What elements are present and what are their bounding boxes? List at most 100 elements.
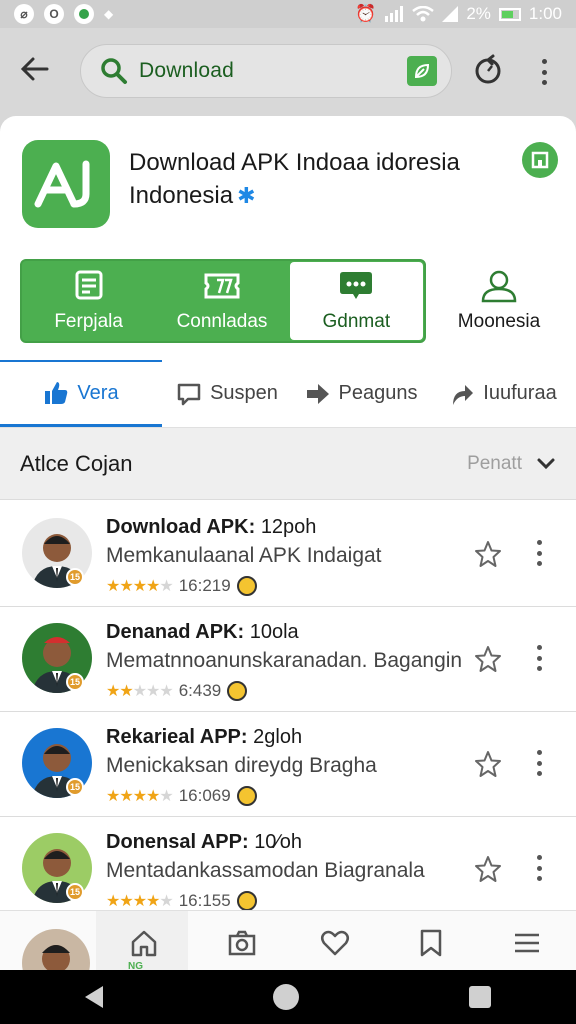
item-meta: ★★★★★ 16:219 xyxy=(106,576,257,596)
status-bar: ⌀ O ◆ ⏰ 2% 1:00 xyxy=(0,0,576,28)
item-overflow-menu-icon[interactable] xyxy=(534,645,544,671)
item-name: Donensal APP: xyxy=(106,831,249,853)
app-title-line-2: Indonesia xyxy=(129,182,234,209)
item-description: Mentadankassamodan Biagranala xyxy=(106,859,425,882)
app-title: Download APK Indoaa idoresia Indonesia ✱ xyxy=(129,146,509,212)
action-button-2[interactable]: Connladas xyxy=(155,261,288,341)
item-meta: ★★★★★ 16:155 xyxy=(106,891,257,911)
search-header: Download xyxy=(0,28,576,114)
back-button[interactable] xyxy=(16,50,54,88)
circle-notification-icon: O xyxy=(44,4,64,24)
publisher-badge-icon xyxy=(236,576,257,596)
rating-stars-icon: ★★★★★ xyxy=(106,788,174,805)
publisher-badge-icon xyxy=(227,681,248,701)
item-name: Download APK: xyxy=(106,516,256,538)
action-button-group: Ferpjala Connladas Gdnmat xyxy=(20,259,426,343)
tab-iuufuraa[interactable]: Iuufuraa xyxy=(430,360,576,427)
cell-signal-icon xyxy=(442,6,459,22)
app-logo-icon xyxy=(22,140,110,228)
nav-favorites[interactable] xyxy=(317,925,353,961)
favorite-star-icon[interactable] xyxy=(474,855,502,883)
item-size: 10ola xyxy=(249,621,299,643)
search-icon xyxy=(101,58,127,84)
tab-vera[interactable]: Vera xyxy=(0,360,162,427)
system-back-icon[interactable] xyxy=(85,986,103,1008)
tab-suspen[interactable]: Suspen xyxy=(162,360,292,427)
camera-icon xyxy=(228,930,256,956)
avatar-level-badge: 15 xyxy=(66,568,84,586)
sort-dropdown[interactable]: Penatt xyxy=(467,453,556,475)
item-size: 2gloh xyxy=(253,726,303,748)
tab-peaguns[interactable]: Peaguns xyxy=(292,360,430,427)
favorite-star-icon[interactable] xyxy=(474,540,502,568)
item-name: Denanad APK: xyxy=(106,621,245,643)
item-count: 16:155 xyxy=(178,891,231,910)
item-name: Rekarieal APP: xyxy=(106,726,248,748)
status-notifications: ⌀ O ◆ xyxy=(14,4,113,24)
rating-stars-icon: ★★★★★ xyxy=(106,893,174,910)
section-header: Atlce Cojan Penatt xyxy=(0,428,576,500)
action-button-1[interactable]: Ferpjala xyxy=(22,261,155,341)
bookmark-icon xyxy=(420,929,442,957)
action-button-3[interactable]: Gdnmat xyxy=(289,262,423,340)
item-description: Menickaksan direydg Bragha xyxy=(106,754,377,777)
status-indicators: ⏰ 2% 1:00 xyxy=(355,4,562,24)
action-label-2: Connladas xyxy=(176,311,268,332)
item-size: 12poh xyxy=(260,516,317,538)
item-meta: ★★★★★ 6:439 xyxy=(106,681,248,701)
item-count: 6:439 xyxy=(178,681,222,700)
green-notification-icon xyxy=(74,4,94,24)
item-meta: ★★★★★ 16:069 xyxy=(106,786,257,806)
chat-icon xyxy=(340,272,373,299)
battery-percent: 2% xyxy=(466,4,491,23)
document-icon xyxy=(75,270,103,300)
list-item[interactable]: 15 Donensal APP: 10∕oh Mentadankassamoda… xyxy=(0,817,576,922)
tab-label-iuufuraa: Iuufuraa xyxy=(483,382,557,404)
action-label-1: Ferpjala xyxy=(54,311,123,332)
avatar-level-badge: 15 xyxy=(66,883,84,901)
arrow-left-icon xyxy=(20,57,49,81)
item-title: Rekarieal APP: 2gloh xyxy=(106,726,302,749)
favorite-star-icon[interactable] xyxy=(474,645,502,673)
item-description: Memkanulaanal APK Indaigat xyxy=(106,544,382,567)
list-item[interactable]: 15 Denanad APK: 10ola Mematnnoanunskaran… xyxy=(0,607,576,712)
system-home-icon[interactable] xyxy=(273,984,299,1010)
rating-stars-icon: ★★★★★ xyxy=(106,683,174,700)
nav-home[interactable] xyxy=(126,925,162,961)
section-title: Atlce Cojan xyxy=(20,450,133,476)
nav-menu[interactable] xyxy=(509,925,545,961)
app-list: 15 Download APK: 12poh Memkanulaanal APK… xyxy=(0,502,576,922)
item-size: 10∕oh xyxy=(254,831,303,853)
leaf-icon[interactable] xyxy=(407,56,437,86)
nav-camera[interactable] xyxy=(224,925,260,961)
item-count: 16:069 xyxy=(178,786,231,805)
refresh-icon[interactable] xyxy=(470,52,506,88)
action-button-4[interactable]: Moonesia xyxy=(436,259,562,343)
list-item[interactable]: 15 Download APK: 12poh Memkanulaanal APK… xyxy=(0,502,576,607)
system-recents-icon[interactable] xyxy=(469,986,491,1008)
bookmark-badge-icon[interactable] xyxy=(522,142,558,178)
alarm-icon: ⏰ xyxy=(355,4,377,23)
ticket-icon xyxy=(204,273,240,299)
nav-bookmarks[interactable] xyxy=(413,925,449,961)
item-description: Mematnnoanunskaranadan. Bagangin xyxy=(106,649,463,672)
bottom-navigation: NG xyxy=(0,910,576,997)
item-overflow-menu-icon[interactable] xyxy=(534,855,544,881)
system-navigation-bar xyxy=(0,970,576,1024)
overflow-menu-icon[interactable] xyxy=(532,56,556,88)
search-bar[interactable]: Download xyxy=(80,44,452,98)
diamond-notification-icon: ◆ xyxy=(104,7,114,21)
heart-icon xyxy=(321,930,349,956)
favorite-star-icon[interactable] xyxy=(474,750,502,778)
publisher-badge-icon xyxy=(236,891,257,911)
battery-icon xyxy=(498,7,521,21)
tab-label-peaguns: Peaguns xyxy=(338,382,418,404)
rating-stars-icon: ★★★★★ xyxy=(106,578,174,595)
avatar-level-badge: 15 xyxy=(66,778,84,796)
share-icon xyxy=(453,384,474,405)
list-item[interactable]: 15 Rekarieal APP: 2gloh Menickaksan dire… xyxy=(0,712,576,817)
item-overflow-menu-icon[interactable] xyxy=(534,750,544,776)
item-overflow-menu-icon[interactable] xyxy=(534,540,544,566)
search-input[interactable]: Download xyxy=(139,59,234,83)
item-count: 16:219 xyxy=(178,576,231,595)
